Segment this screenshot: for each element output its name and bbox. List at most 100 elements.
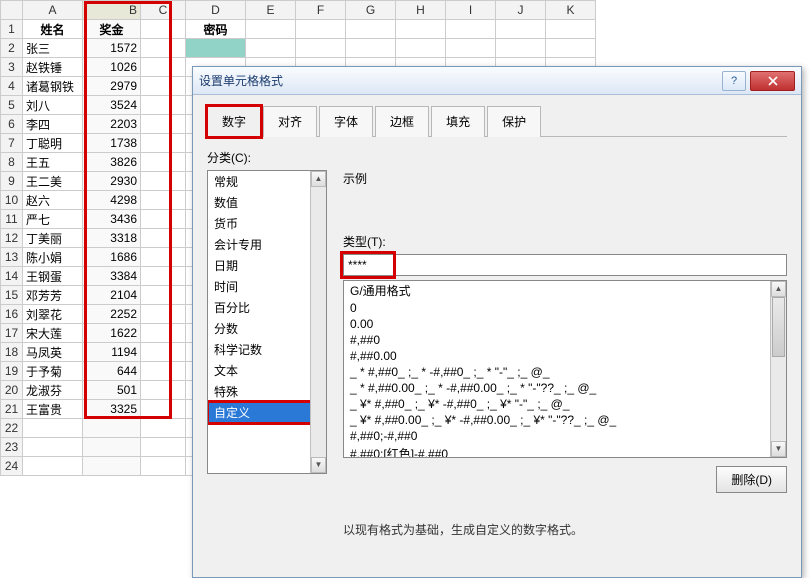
- category-item[interactable]: 数值: [208, 192, 326, 213]
- category-item[interactable]: 分数: [208, 318, 326, 339]
- col-header-I[interactable]: I: [446, 1, 496, 20]
- format-item[interactable]: #,##0: [344, 332, 786, 348]
- cell-A19[interactable]: 于予菊: [23, 362, 83, 381]
- cell-C12[interactable]: [141, 229, 186, 248]
- cell-A14[interactable]: 王钢蛋: [23, 267, 83, 286]
- cell-B6[interactable]: 2203: [83, 115, 141, 134]
- row-header-15[interactable]: 15: [1, 286, 23, 305]
- category-item[interactable]: 文本: [208, 360, 326, 381]
- col-header-H[interactable]: H: [396, 1, 446, 20]
- col-header-G[interactable]: G: [346, 1, 396, 20]
- cell-B2[interactable]: 1572: [83, 39, 141, 58]
- cell-B4[interactable]: 2979: [83, 77, 141, 96]
- cell-C9[interactable]: [141, 172, 186, 191]
- cell-A5[interactable]: 刘八: [23, 96, 83, 115]
- cell-H1[interactable]: [396, 20, 446, 39]
- row-header-5[interactable]: 5: [1, 96, 23, 115]
- tab-font[interactable]: 字体: [319, 106, 373, 137]
- category-item[interactable]: 特殊: [208, 381, 326, 402]
- cell-A21[interactable]: 王富贵: [23, 400, 83, 419]
- cell-H2[interactable]: [396, 39, 446, 58]
- cell-A11[interactable]: 严七: [23, 210, 83, 229]
- row-header-24[interactable]: 24: [1, 457, 23, 476]
- row-header-18[interactable]: 18: [1, 343, 23, 362]
- cell-B5[interactable]: 3524: [83, 96, 141, 115]
- cell-B7[interactable]: 1738: [83, 134, 141, 153]
- cell-C23[interactable]: [141, 438, 186, 457]
- cell-G1[interactable]: [346, 20, 396, 39]
- row-header-9[interactable]: 9: [1, 172, 23, 191]
- cell-B18[interactable]: 1194: [83, 343, 141, 362]
- col-header-B[interactable]: B: [83, 1, 141, 20]
- cell-B23[interactable]: [83, 438, 141, 457]
- cell-G2[interactable]: [346, 39, 396, 58]
- row-header-3[interactable]: 3: [1, 58, 23, 77]
- cell-C24[interactable]: [141, 457, 186, 476]
- row-header-11[interactable]: 11: [1, 210, 23, 229]
- row-header-13[interactable]: 13: [1, 248, 23, 267]
- tab-number[interactable]: 数字: [207, 106, 261, 137]
- cell-C21[interactable]: [141, 400, 186, 419]
- format-scrollbar[interactable]: ▲ ▼: [770, 281, 786, 457]
- row-header-16[interactable]: 16: [1, 305, 23, 324]
- cell-C16[interactable]: [141, 305, 186, 324]
- cell-I1[interactable]: [446, 20, 496, 39]
- cell-A24[interactable]: [23, 457, 83, 476]
- cell-C22[interactable]: [141, 419, 186, 438]
- close-button[interactable]: [750, 71, 795, 91]
- cell-C4[interactable]: [141, 77, 186, 96]
- row-header-4[interactable]: 4: [1, 77, 23, 96]
- row-header-22[interactable]: 22: [1, 419, 23, 438]
- cell-B22[interactable]: [83, 419, 141, 438]
- col-header-E[interactable]: E: [246, 1, 296, 20]
- col-header-C[interactable]: C: [141, 1, 186, 20]
- row-header-7[interactable]: 7: [1, 134, 23, 153]
- cell-I2[interactable]: [446, 39, 496, 58]
- cell-B1[interactable]: 奖金: [83, 20, 141, 39]
- cell-B3[interactable]: 1026: [83, 58, 141, 77]
- cell-C14[interactable]: [141, 267, 186, 286]
- category-item[interactable]: 常规: [208, 171, 326, 192]
- cell-K1[interactable]: [546, 20, 596, 39]
- format-item[interactable]: G/通用格式: [344, 281, 786, 300]
- col-header-J[interactable]: J: [496, 1, 546, 20]
- dialog-titlebar[interactable]: 设置单元格格式 ?: [193, 67, 801, 95]
- format-item[interactable]: _ * #,##0_ ;_ * -#,##0_ ;_ * "-"_ ;_ @_: [344, 364, 786, 380]
- cell-A10[interactable]: 赵六: [23, 191, 83, 210]
- category-item[interactable]: 货币: [208, 213, 326, 234]
- format-item[interactable]: #,##0;[红色]-#,##0: [344, 444, 786, 458]
- col-header-F[interactable]: F: [296, 1, 346, 20]
- row-header-23[interactable]: 23: [1, 438, 23, 457]
- cell-B20[interactable]: 501: [83, 381, 141, 400]
- col-header-D[interactable]: D: [186, 1, 246, 20]
- row-header-12[interactable]: 12: [1, 229, 23, 248]
- cell-E2[interactable]: [246, 39, 296, 58]
- cell-F1[interactable]: [296, 20, 346, 39]
- tab-border[interactable]: 边框: [375, 106, 429, 137]
- cell-A2[interactable]: 张三: [23, 39, 83, 58]
- cell-A12[interactable]: 丁美丽: [23, 229, 83, 248]
- cell-A9[interactable]: 王二美: [23, 172, 83, 191]
- help-button[interactable]: ?: [722, 71, 746, 91]
- cell-C2[interactable]: [141, 39, 186, 58]
- format-item[interactable]: #,##0.00: [344, 348, 786, 364]
- row-header-10[interactable]: 10: [1, 191, 23, 210]
- cell-C11[interactable]: [141, 210, 186, 229]
- cell-B13[interactable]: 1686: [83, 248, 141, 267]
- scroll-thumb[interactable]: [772, 297, 785, 357]
- cell-A16[interactable]: 刘翠花: [23, 305, 83, 324]
- corner-cell[interactable]: [1, 1, 23, 20]
- cell-B9[interactable]: 2930: [83, 172, 141, 191]
- cell-J1[interactable]: [496, 20, 546, 39]
- cell-C18[interactable]: [141, 343, 186, 362]
- cell-A3[interactable]: 赵铁锤: [23, 58, 83, 77]
- cell-C13[interactable]: [141, 248, 186, 267]
- cell-C6[interactable]: [141, 115, 186, 134]
- format-item[interactable]: #,##0;-#,##0: [344, 428, 786, 444]
- category-item[interactable]: 日期: [208, 255, 326, 276]
- cell-B21[interactable]: 3325: [83, 400, 141, 419]
- row-header-19[interactable]: 19: [1, 362, 23, 381]
- cell-F2[interactable]: [296, 39, 346, 58]
- cell-C19[interactable]: [141, 362, 186, 381]
- cell-A15[interactable]: 邓芳芳: [23, 286, 83, 305]
